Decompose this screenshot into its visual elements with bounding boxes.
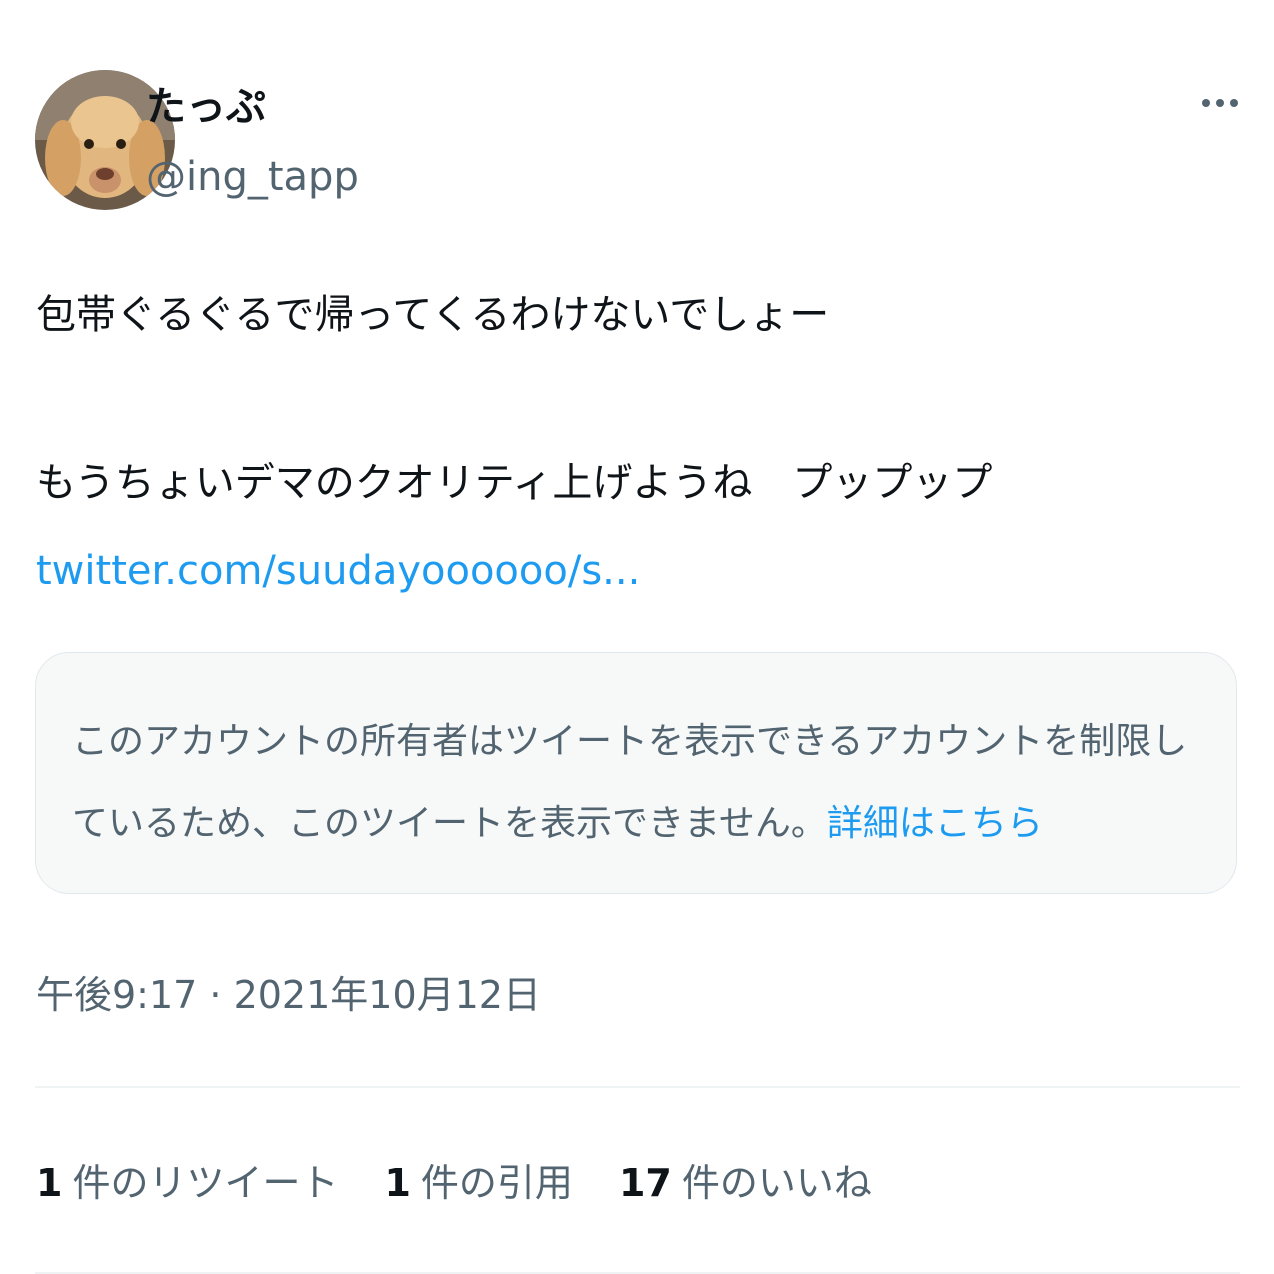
quote-label: 件の引用	[420, 1161, 573, 1205]
learn-more-link[interactable]: 詳細はこちら	[827, 803, 1043, 844]
divider	[35, 1086, 1240, 1088]
more-horizontal-icon	[1202, 99, 1238, 107]
tweet-text-line: もうちょいデマのクオリティ上げようね プップップ	[36, 460, 993, 506]
likes-stat[interactable]: 17 件のいいね	[619, 1158, 872, 1208]
tweet-link[interactable]: twitter.com/suudayoooooo/s...	[36, 546, 640, 596]
more-options-button[interactable]	[1190, 78, 1250, 128]
quoted-tweet-unavailable-notice: このアカウントの所有者はツイートを表示できるアカウントを制限しているため、このツ…	[35, 652, 1237, 894]
author-handle[interactable]: @ing_tapp	[146, 152, 359, 202]
tweet-text-line: 包帯ぐるぐるで帰ってくるわけないでしょー	[36, 292, 830, 338]
like-count: 17	[618, 1161, 672, 1205]
quote-count: 1	[384, 1161, 411, 1205]
quotes-stat[interactable]: 1 件の引用	[384, 1158, 572, 1208]
retweet-label: 件のリツイート	[72, 1161, 339, 1205]
author-display-name[interactable]: たっぷ	[146, 82, 266, 132]
retweets-stat[interactable]: 1 件のリツイート	[36, 1158, 338, 1208]
retweet-count: 1	[36, 1161, 63, 1205]
tweet-stats: 1 件のリツイート 1 件の引用 17 件のいいね	[36, 1158, 872, 1208]
like-label: 件のいいね	[681, 1161, 872, 1205]
tweet-timestamp[interactable]: 午後9:17 · 2021年10月12日	[36, 970, 541, 1020]
notice-text: このアカウントの所有者はツイートを表示できるアカウントを制限しているため、このツ…	[72, 701, 1212, 865]
